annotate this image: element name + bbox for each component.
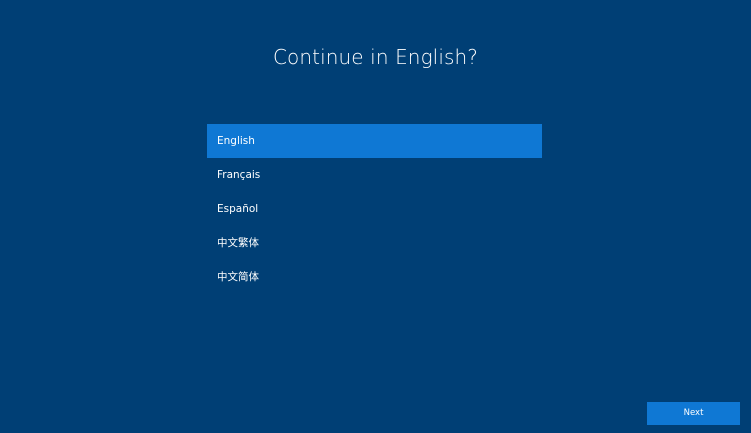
language-option-simplified-chinese[interactable]: 中文简体: [207, 260, 542, 294]
language-option-spanish[interactable]: Español: [207, 192, 542, 226]
next-button[interactable]: Next: [647, 402, 740, 425]
language-option-traditional-chinese[interactable]: 中文繁体: [207, 226, 542, 260]
page-title: Continue in English?: [272, 45, 479, 69]
language-option-french[interactable]: Français: [207, 158, 542, 192]
language-option-english[interactable]: English: [207, 124, 542, 158]
language-setup-screen: Continue in English? English Français Es…: [0, 0, 751, 433]
language-list: English Français Español 中文繁体 中文简体: [207, 124, 542, 294]
